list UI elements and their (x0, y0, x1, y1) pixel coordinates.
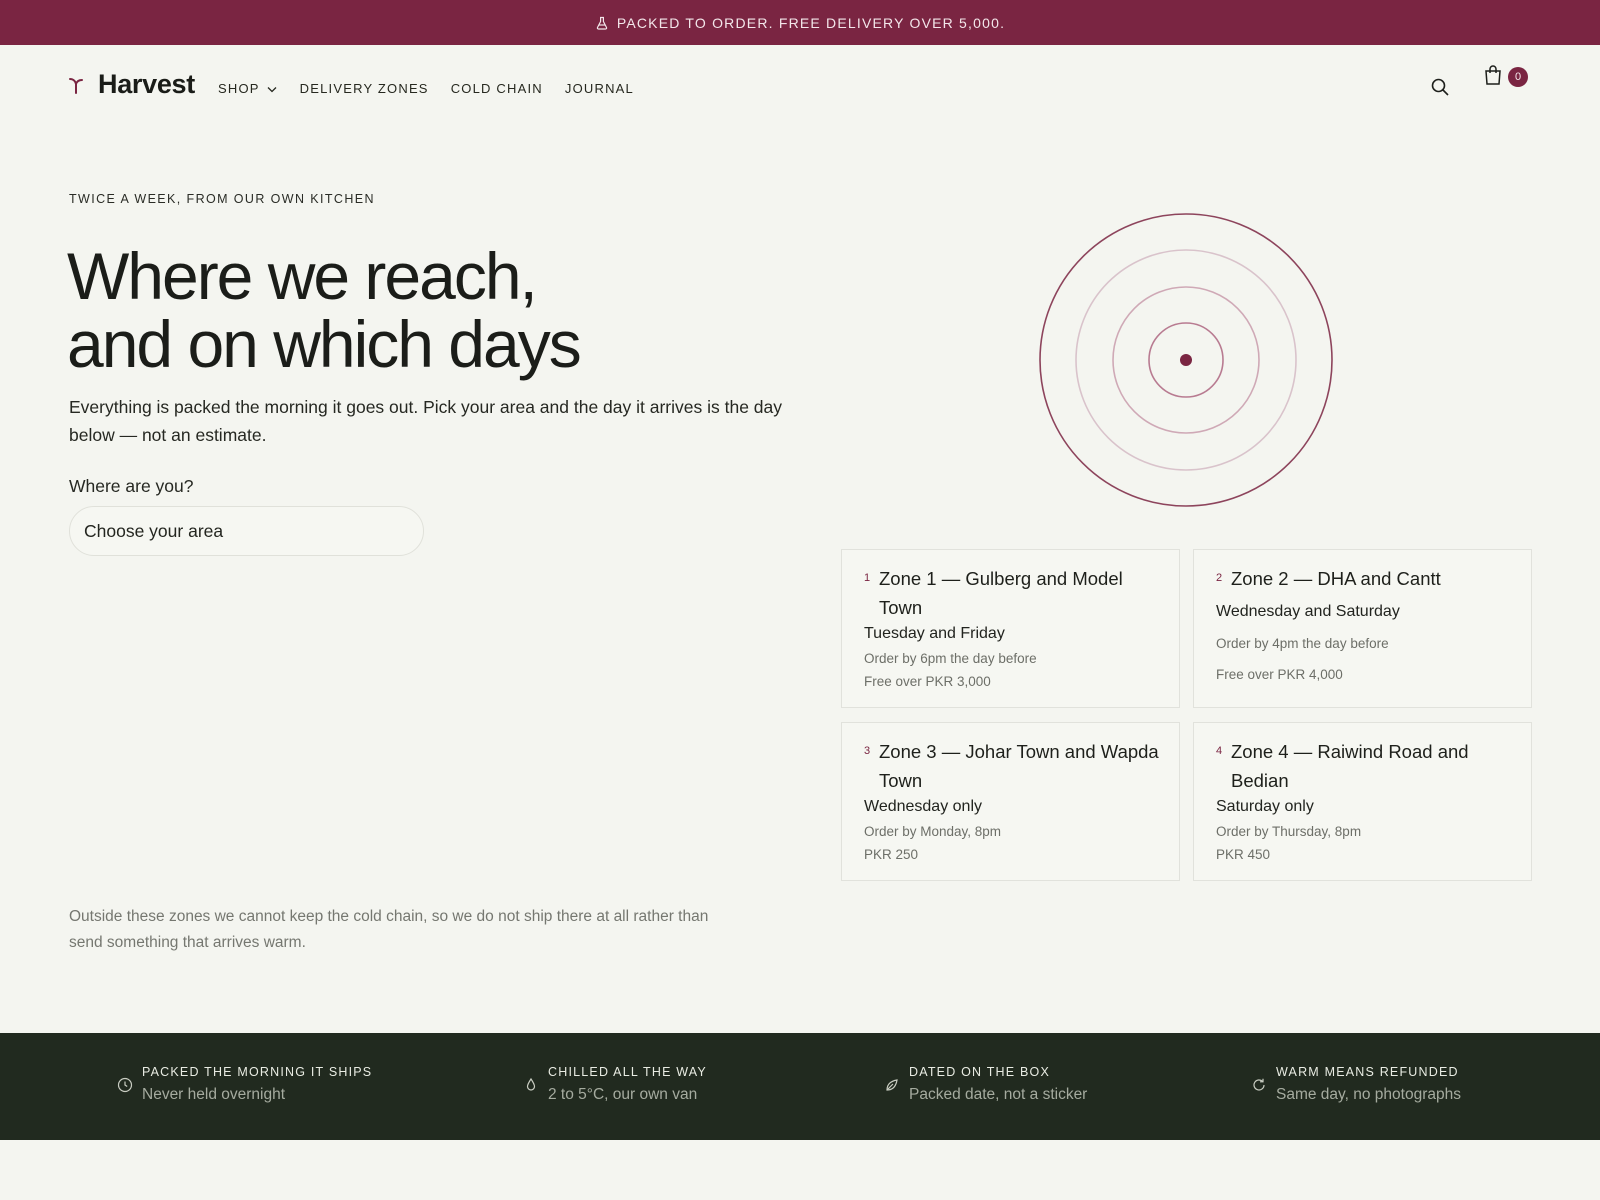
feature-chilled: CHILLED ALL THE WAY 2 to 5°C, our own va… (523, 1065, 707, 1104)
chevron-down-icon (266, 83, 278, 95)
zone-number: 2 (1216, 572, 1223, 584)
site-header: Harvest SHOP DELIVERY ZONES COLD CHAIN J… (0, 45, 1600, 130)
zone-number: 4 (1216, 745, 1223, 757)
announcement-text: PACKED TO ORDER. FREE DELIVERY OVER 5,00… (616, 14, 1006, 31)
flask-icon (595, 16, 609, 30)
zone-price: PKR 450 (1216, 847, 1271, 862)
zone-card-2[interactable]: 2 Zone 2 — DHA and Cantt Wednesday and S… (1193, 549, 1532, 708)
refresh-icon (1251, 1077, 1267, 1093)
nav-cold-chain[interactable]: COLD CHAIN (451, 81, 543, 96)
hero-eyebrow: TWICE A WEEK, FROM OUR OWN KITCHEN (69, 192, 375, 206)
title-line-1: Where we reach, (67, 239, 538, 313)
feature-title: PACKED THE MORNING IT SHIPS (142, 1065, 373, 1079)
zone-name: Zone 4 — Raiwind Road and Bedian (1231, 741, 1469, 791)
brand-name: Harvest (98, 69, 195, 99)
feature-refund: WARM MEANS REFUNDED Same day, no photogr… (1251, 1065, 1461, 1104)
nav-shop-label: SHOP (218, 81, 260, 96)
zone-cutoff: Order by Thursday, 8pm (1216, 824, 1362, 839)
features-strip: PACKED THE MORNING IT SHIPS Never held o… (0, 1033, 1600, 1140)
logo[interactable]: Harvest (68, 69, 195, 100)
zone-delivery-day: Tuesday and Friday (864, 625, 1005, 642)
zone-cutoff: Order by 4pm the day before (1216, 636, 1389, 651)
feature-packed: PACKED THE MORNING IT SHIPS Never held o… (117, 1065, 372, 1104)
zone-delivery-day: Wednesday only (864, 798, 982, 815)
zone-rings-graphic (1036, 210, 1336, 510)
cart-count-badge: 0 (1508, 67, 1528, 87)
area-select[interactable]: Choose your area (69, 506, 424, 556)
zone-price: Free over PKR 4,000 (1216, 667, 1343, 682)
zone-delivery-day: Wednesday and Saturday (1216, 603, 1400, 620)
main-nav: SHOP DELIVERY ZONES COLD CHAIN JOURNAL (218, 81, 656, 96)
zone-name: Zone 1 — Gulberg and Model Town (879, 568, 1123, 618)
search-icon[interactable] (1430, 77, 1450, 97)
zone-number: 1 (864, 572, 871, 584)
shopping-bag-icon (1483, 64, 1503, 86)
zone-price: Free over PKR 3,000 (864, 674, 991, 689)
nav-shop[interactable]: SHOP (218, 81, 278, 96)
zone-cutoff: Order by Monday, 8pm (864, 824, 1002, 839)
feature-subtitle: Never held overnight (142, 1086, 286, 1103)
zone-delivery-day: Saturday only (1216, 798, 1314, 815)
area-label: Where are you? (69, 476, 194, 496)
title-line-2: and on which days (67, 307, 582, 381)
feature-title: DATED ON THE BOX (909, 1065, 1050, 1079)
droplet-icon (523, 1077, 539, 1093)
zone-card-4[interactable]: 4 Zone 4 — Raiwind Road and Bedian Satur… (1193, 722, 1532, 881)
feature-title: CHILLED ALL THE WAY (548, 1065, 707, 1079)
hero-intro: Everything is packed the morning it goes… (69, 397, 783, 445)
feature-subtitle: Packed date, not a sticker (909, 1086, 1088, 1103)
page-title: Where we reach, and on which days (67, 242, 767, 378)
zone-cutoff: Order by 6pm the day before (864, 651, 1037, 666)
outside-zones-note: Outside these zones we cannot keep the c… (69, 908, 709, 951)
announcement-bar: PACKED TO ORDER. FREE DELIVERY OVER 5,00… (0, 0, 1600, 45)
leaf-icon (884, 1077, 900, 1093)
nav-delivery-zones[interactable]: DELIVERY ZONES (300, 81, 429, 96)
cart-button[interactable]: 0 (1483, 64, 1533, 94)
feature-title: WARM MEANS REFUNDED (1276, 1065, 1459, 1079)
nav-journal[interactable]: JOURNAL (565, 81, 634, 96)
feature-subtitle: Same day, no photographs (1276, 1086, 1461, 1103)
zone-name: Zone 3 — Johar Town and Wapda Town (879, 741, 1159, 791)
zone-card-3[interactable]: 3 Zone 3 — Johar Town and Wapda Town Wed… (841, 722, 1180, 881)
zone-price: PKR 250 (864, 847, 919, 862)
feature-subtitle: 2 to 5°C, our own van (548, 1086, 698, 1103)
zone-name: Zone 2 — DHA and Cantt (1231, 568, 1441, 589)
feature-dated: DATED ON THE BOX Packed date, not a stic… (884, 1065, 1087, 1104)
zone-number: 3 (864, 745, 871, 757)
sprout-icon (68, 76, 84, 94)
clock-icon (117, 1077, 133, 1093)
zone-card-1[interactable]: 1 Zone 1 — Gulberg and Model Town Tuesda… (841, 549, 1180, 708)
